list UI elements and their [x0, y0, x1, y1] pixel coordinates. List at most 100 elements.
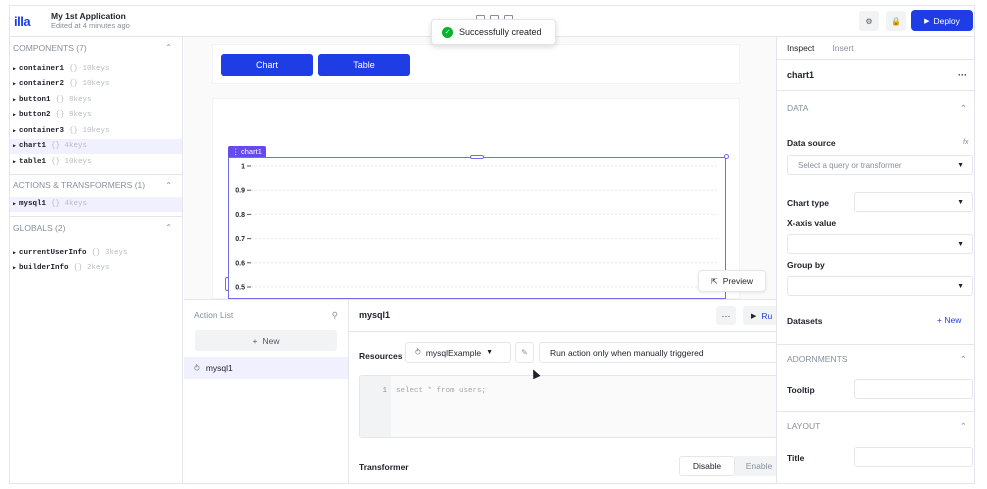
success-toast: ✓ Successfully created — [431, 19, 556, 45]
fx-toggle[interactable]: fx — [963, 139, 968, 146]
resize-handle-left[interactable] — [225, 277, 229, 291]
tree-item-container3[interactable]: ▶ container3{} 10keys — [10, 123, 182, 139]
action-item-mysql1[interactable]: ⥁ mysql1 — [184, 357, 348, 379]
run-label: Ru — [761, 310, 773, 321]
trigger-mode-select[interactable]: Run action only when manually triggered — [539, 342, 784, 363]
y-tick-label: 0.8 — [235, 212, 245, 219]
chart-widget[interactable]: 1 0.9 0.8 0.7 0.6 0.5 — [228, 157, 726, 299]
resource-select[interactable]: ⥁ mysqlExample ▼ — [405, 342, 511, 363]
caret-right-icon: ▶ — [13, 65, 17, 72]
lock-icon: 🔒 — [891, 16, 901, 26]
components-section-header[interactable]: COMPONENTS (7) ⌃ — [10, 37, 182, 59]
tree-item-container1[interactable]: ▶ container1{} 10keys — [10, 61, 182, 77]
actions-tree: ▶ mysql1{} 4keys — [10, 196, 182, 217]
layout-section-header[interactable]: LAYOUT ⌃ — [777, 412, 974, 440]
title-label: Title — [787, 453, 805, 463]
caret-right-icon: ▶ — [13, 265, 17, 272]
components-tree: ▶ container1{} 10keys ▶ container2{} 10key… — [10, 59, 182, 174]
x-axis-label: X-axis value — [787, 218, 837, 228]
chart-button[interactable]: Chart — [221, 54, 313, 76]
bug-icon: ⚙ — [865, 16, 873, 26]
drag-handle-icon: ⋮ — [232, 147, 242, 156]
resize-handle-top-right[interactable] — [724, 154, 729, 159]
group-by-label: Group by — [787, 260, 825, 270]
action-item-label: mysql1 — [205, 363, 233, 373]
y-tick-label: 0.9 — [235, 188, 245, 195]
add-dataset-button[interactable]: + New — [937, 315, 961, 325]
mysql-icon: ⥁ — [194, 362, 200, 373]
expand-icon: ⇱ — [711, 276, 718, 286]
tree-item-table1[interactable]: ▶ table1{} 10keys — [10, 154, 182, 170]
title-input[interactable] — [854, 447, 973, 467]
chevron-up-icon: ⌃ — [959, 353, 967, 364]
resource-value: mysqlExample — [425, 347, 482, 358]
chevron-down-icon: ▼ — [957, 240, 964, 248]
y-tick-label: 0.6 — [235, 260, 245, 267]
chevron-down-icon: ▼ — [957, 282, 964, 290]
action-editor-panel: mysql1 ··· ▶ Ru Resources ⥁ mysqlExample… — [349, 299, 789, 483]
x-axis-select[interactable]: ▼ — [787, 234, 973, 254]
inspector-panel: Inspect Insert chart1 ··· DATA ⌃ Data so… — [776, 37, 974, 483]
illa-logo[interactable]: illa — [14, 14, 31, 29]
tree-item-button2[interactable]: ▶ button2{} 8keys — [10, 108, 182, 124]
app-title[interactable]: My 1st Application — [51, 11, 126, 21]
resize-handle-top[interactable] — [470, 155, 484, 159]
table-button[interactable]: Table — [318, 54, 410, 76]
tree-item-mysql1[interactable]: ▶ mysql1{} 4keys — [10, 196, 182, 212]
tree-item-chart1[interactable]: ▶ chart1{} 4keys — [10, 138, 182, 154]
edit-resource-button[interactable]: ✎ — [515, 342, 534, 363]
play-icon: ▶ — [924, 17, 930, 25]
resources-label: Resources — [359, 351, 403, 361]
y-tick-label: 1 — [241, 164, 245, 171]
disable-option[interactable]: Disable — [679, 456, 735, 476]
sql-code-editor[interactable]: 1 select * from users; — [359, 375, 789, 438]
tooltip-input[interactable] — [854, 379, 973, 399]
code-placeholder: select * from users; — [396, 387, 487, 395]
mysql-icon: ⥁ — [415, 347, 421, 357]
check-circle-icon: ✓ — [442, 26, 453, 38]
components-section-title: COMPONENTS (7) — [13, 42, 87, 53]
search-icon[interactable]: ⚲ — [332, 310, 338, 321]
deploy-button[interactable]: ▶ Deploy — [911, 10, 973, 31]
caret-right-icon: ▶ — [13, 81, 17, 88]
action-list-header: Action List ⚲ — [184, 300, 348, 330]
action-list-panel: Action List ⚲ + New ⥁ mysql1 — [184, 299, 349, 483]
group-by-select[interactable]: ▼ — [787, 276, 973, 296]
data-section-header[interactable]: DATA ⌃ — [777, 94, 974, 122]
datasets-label: Datasets — [787, 316, 823, 326]
globals-section-header[interactable]: GLOBALS (2) ⌃ — [10, 217, 182, 239]
toast-message: Successfully created — [459, 27, 542, 37]
chevron-up-icon[interactable]: ⌃ — [165, 181, 172, 190]
pencil-icon: ✎ — [521, 348, 528, 357]
adornments-section-header[interactable]: ADORNMENTS ⌃ — [777, 345, 974, 373]
tab-inspect[interactable]: Inspect — [787, 43, 814, 53]
tree-item-container2[interactable]: ▶ container2{} 10keys — [10, 77, 182, 93]
data-source-label: Data source — [787, 138, 836, 148]
debug-button[interactable]: ⚙ — [859, 11, 879, 31]
chart-selection-label[interactable]: ⋮ chart1 — [228, 146, 266, 157]
more-actions-button[interactable]: ··· — [716, 306, 736, 325]
chevron-up-icon[interactable]: ⌃ — [165, 43, 172, 52]
tree-item-button1[interactable]: ▶ button1{} 8keys — [10, 92, 182, 108]
action-name[interactable]: mysql1 — [359, 310, 390, 320]
chart-plot: 1 0.9 0.8 0.7 0.6 0.5 — [235, 164, 719, 292]
tab-insert[interactable]: Insert — [832, 43, 853, 53]
tree-item-currentuserinfo[interactable]: ▶ currentUserInfo{} 3keys — [10, 245, 182, 261]
plus-icon: + — [252, 335, 258, 346]
lock-button[interactable]: 🔒 — [886, 11, 906, 31]
data-source-select[interactable]: Select a query or transformer ▼ — [787, 155, 973, 175]
more-icon[interactable]: ··· — [958, 70, 967, 80]
inspector-tabs: Inspect Insert — [777, 37, 974, 59]
chevron-up-icon[interactable]: ⌃ — [165, 223, 172, 232]
new-action-button[interactable]: + New — [195, 330, 337, 351]
y-tick-label: 0.7 — [235, 236, 245, 243]
preview-button[interactable]: ⇱ Preview — [698, 270, 766, 292]
editor-canvas[interactable]: Chart Table ⋮ chart1 1 0.9 0.8 0.7 0.6 0.5 ⇱ … — [184, 37, 776, 299]
tree-item-builderinfo[interactable]: ▶ builderInfo{} 2keys — [10, 261, 182, 277]
chart-type-select[interactable]: ▼ — [854, 192, 973, 212]
chevron-down-icon: ▼ — [957, 161, 964, 169]
container-buttons[interactable]: Chart Table — [212, 44, 740, 84]
actions-section-header[interactable]: ACTIONS & TRANSFORMERS (1) ⌃ — [10, 175, 182, 197]
selected-component-name[interactable]: chart1 — [787, 70, 814, 80]
chevron-up-icon: ⌃ — [959, 102, 967, 113]
